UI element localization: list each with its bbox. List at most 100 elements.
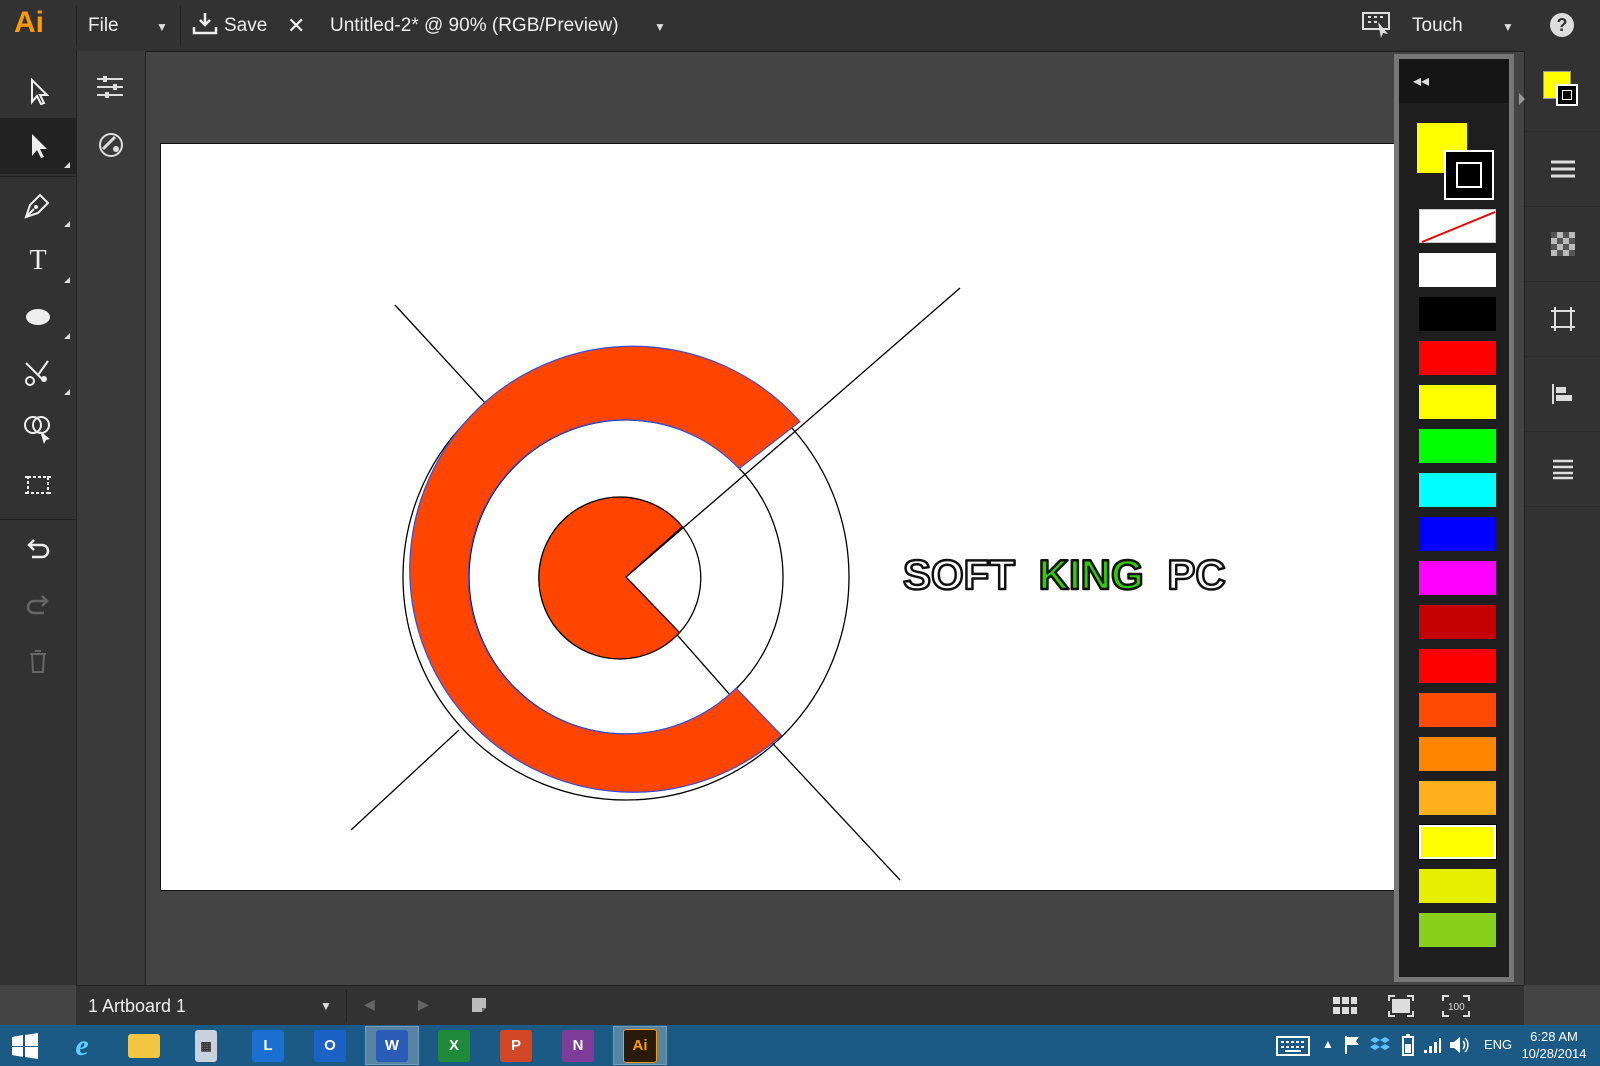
color-swatch[interactable]	[1419, 385, 1496, 419]
color-swatch[interactable]	[1419, 913, 1496, 947]
taskbar-illustrator[interactable]: Ai	[613, 1026, 667, 1065]
artboard-dropdown[interactable]: ▼	[320, 986, 332, 1026]
color-swatch[interactable]	[1419, 429, 1496, 463]
align-panel-button[interactable]	[1525, 357, 1600, 432]
file-menu-dropdown[interactable]: ▼	[156, 0, 168, 51]
color-swatch[interactable]	[1419, 649, 1496, 683]
document-dropdown[interactable]: ▼	[654, 0, 666, 51]
color-swatch[interactable]	[1419, 473, 1496, 507]
shape-builder-tool[interactable]	[0, 401, 76, 457]
fill-stroke-mini[interactable]	[1525, 51, 1600, 132]
color-swatch[interactable]	[1419, 517, 1496, 551]
action-center-flag-icon[interactable]	[1344, 1035, 1362, 1060]
taskbar-onenote[interactable]: N	[552, 1027, 604, 1064]
help-icon[interactable]: ?	[1550, 13, 1574, 37]
redo-icon	[26, 595, 49, 615]
actual-size-icon: 100	[1442, 995, 1470, 1017]
file-menu-label: File	[88, 15, 119, 36]
taskbar-calculator[interactable]: ▦	[180, 1027, 232, 1064]
color-swatch[interactable]	[1419, 693, 1496, 727]
trash-icon	[30, 650, 46, 673]
show-hidden-icons[interactable]: ▲	[1322, 1037, 1334, 1051]
save-label: Save	[224, 15, 268, 36]
redo-button[interactable]	[0, 577, 76, 633]
network-signal-icon[interactable]	[1422, 1035, 1442, 1060]
chevron-down-icon: ▼	[1502, 20, 1514, 34]
artboard-options-button[interactable]	[470, 996, 488, 1019]
properties-sliders-icon[interactable]	[95, 73, 125, 106]
logo-text[interactable]: SOFT KING PC	[902, 550, 1227, 600]
taskbar-excel[interactable]: X	[428, 1027, 480, 1064]
taskbar-word[interactable]: W	[365, 1026, 419, 1065]
taskbar-lync[interactable]: L	[242, 1027, 294, 1064]
direct-selection-tool[interactable]	[0, 118, 76, 174]
illustrator-icon: Ai	[623, 1028, 657, 1063]
fit-artboard-button[interactable]	[1388, 995, 1414, 1022]
previous-artboard-button[interactable]: ◀	[364, 996, 375, 1013]
workspace-dropdown[interactable]: ▼	[1502, 0, 1514, 51]
taskbar-ie[interactable]: e	[56, 1027, 108, 1064]
color-swatch[interactable]	[1419, 605, 1496, 639]
right-panel-dock	[1519, 51, 1600, 985]
view-grid-button[interactable]	[1332, 996, 1358, 1021]
artboard-tool[interactable]	[0, 457, 76, 513]
next-artboard-button[interactable]: ▶	[418, 996, 429, 1013]
ellipse-tool[interactable]	[0, 289, 76, 345]
input-language[interactable]: ENG	[1484, 1037, 1512, 1052]
touch-workspace-icon[interactable]	[1362, 12, 1394, 45]
transform-panel-button[interactable]	[1525, 282, 1600, 357]
taskbar-explorer[interactable]	[118, 1027, 170, 1064]
close-icon: ✕	[287, 13, 306, 38]
dropbox-icon[interactable]	[1370, 1035, 1390, 1060]
scissors-brush-tool[interactable]	[0, 345, 76, 401]
taskbar-outlook[interactable]: O	[304, 1027, 356, 1064]
close-document-button[interactable]: ✕	[287, 0, 305, 51]
collapse-panel-icon[interactable]: ◂◂	[1413, 71, 1429, 91]
layers-panel-button[interactable]	[1525, 432, 1600, 507]
color-swatch[interactable]	[1419, 781, 1496, 815]
delete-button[interactable]	[0, 633, 76, 689]
scissors-icon	[25, 360, 49, 386]
stroke-color-box[interactable]	[1444, 150, 1494, 200]
volume-icon[interactable]	[1448, 1034, 1470, 1061]
color-swatch[interactable]	[1419, 561, 1496, 595]
actual-size-button[interactable]: 100	[1442, 995, 1470, 1022]
start-button[interactable]	[0, 1027, 50, 1064]
artboard-selector[interactable]: 1 Artboard 1	[88, 986, 186, 1026]
orange-inner-sector[interactable]	[538, 496, 684, 660]
touch-keyboard-icon[interactable]	[1276, 1036, 1310, 1061]
selection-tool[interactable]	[0, 64, 76, 120]
checkerboard-icon	[1551, 232, 1575, 256]
fill-stroke-widget[interactable]	[1417, 123, 1507, 203]
windows-logo-icon	[12, 1032, 38, 1059]
color-swatch[interactable]	[1419, 869, 1496, 903]
windows-taskbar: e ▦ L O W X P N Ai ▲ ENG 6:28 AM 10/28/2…	[0, 1025, 1600, 1066]
word-icon: W	[376, 1029, 408, 1062]
taskbar-powerpoint[interactable]: P	[490, 1027, 542, 1064]
recolor-icon[interactable]	[97, 131, 125, 164]
artboard-canvas[interactable]: SOFT KING PC	[160, 143, 1395, 891]
transparency-panel-button[interactable]	[1525, 207, 1600, 282]
transform-icon	[1551, 307, 1575, 331]
chevron-down-icon: ▼	[156, 20, 168, 34]
file-menu[interactable]: File	[88, 0, 119, 51]
type-tool[interactable]: T	[0, 233, 76, 289]
inner-circle-outline	[679, 526, 702, 634]
save-button[interactable]: Save	[192, 0, 267, 51]
swatch-none[interactable]	[1419, 209, 1496, 243]
color-swatch[interactable]	[1419, 253, 1496, 287]
pen-tool[interactable]	[0, 177, 76, 233]
artwork-graphic[interactable]: SOFT KING PC	[161, 144, 1394, 890]
color-swatch[interactable]	[1419, 341, 1496, 375]
clock[interactable]: 6:28 AM 10/28/2014	[1514, 1028, 1594, 1062]
undo-icon	[27, 539, 50, 559]
color-swatch[interactable]	[1419, 297, 1496, 331]
workspace-switcher[interactable]: Touch	[1412, 0, 1463, 51]
document-title[interactable]: Untitled-2* @ 90% (RGB/Preview)	[330, 0, 619, 51]
stroke-panel-button[interactable]	[1525, 132, 1600, 207]
color-swatch[interactable]	[1419, 737, 1496, 771]
undo-button[interactable]	[0, 521, 76, 577]
color-swatch[interactable]	[1418, 824, 1497, 860]
battery-icon[interactable]	[1402, 1034, 1414, 1061]
logo-word-pc: PC	[1167, 551, 1225, 598]
